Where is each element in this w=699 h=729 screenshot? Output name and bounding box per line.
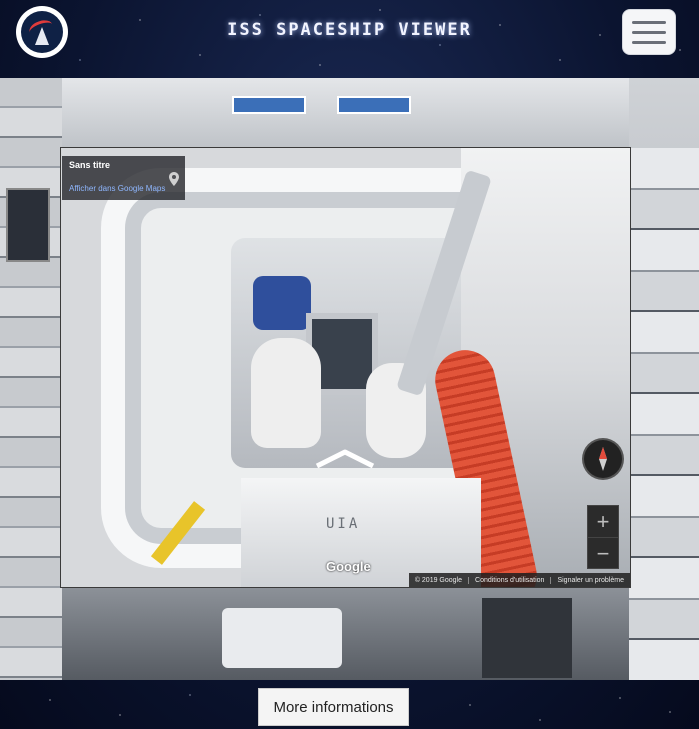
zoom-out-button[interactable]: − [588, 537, 618, 569]
module-floor [62, 588, 629, 680]
ceiling-light [232, 96, 306, 114]
map-footer: © 2019 Google Conditions d'utilisation S… [408, 573, 630, 587]
copyright-text: © 2019 Google [414, 576, 463, 584]
ceiling-light [337, 96, 411, 114]
street-view-panorama[interactable]: UIA Sans titre Afficher dans Google Maps… [60, 147, 631, 588]
open-in-google-maps-link[interactable]: Afficher dans Google Maps [69, 184, 178, 193]
terms-link[interactable]: Conditions d'utilisation [468, 576, 550, 584]
move-forward-arrow-icon[interactable] [313, 448, 377, 470]
app-header: ISS SPACESHIP VIEWER [0, 0, 699, 78]
more-informations-button[interactable]: More informations [258, 688, 409, 726]
hamburger-icon-bar [632, 30, 666, 34]
right-rack-panels [629, 148, 699, 680]
place-title: Sans titre [69, 160, 111, 170]
hamburger-icon-bar [632, 20, 666, 24]
compass-button[interactable] [584, 440, 622, 478]
zoom-control: + − [587, 505, 619, 569]
zoom-in-button[interactable]: + [588, 506, 618, 537]
blue-stowage-bag [253, 276, 311, 330]
module-ceiling [62, 78, 629, 148]
hamburger-icon-bar [632, 40, 666, 44]
spacesuit-left [251, 338, 321, 448]
report-problem-link[interactable]: Signaler un problème [550, 576, 630, 584]
place-info-card: Sans titre Afficher dans Google Maps [62, 156, 185, 200]
floor-label: UIA [326, 516, 361, 532]
map-pin-icon[interactable] [169, 172, 179, 186]
left-rack-panels [0, 78, 62, 680]
compass-needle-icon [599, 447, 607, 471]
page-title: ISS SPACESHIP VIEWER [227, 20, 472, 40]
google-logo: Google [326, 559, 371, 574]
hamburger-menu-button[interactable] [622, 9, 676, 55]
